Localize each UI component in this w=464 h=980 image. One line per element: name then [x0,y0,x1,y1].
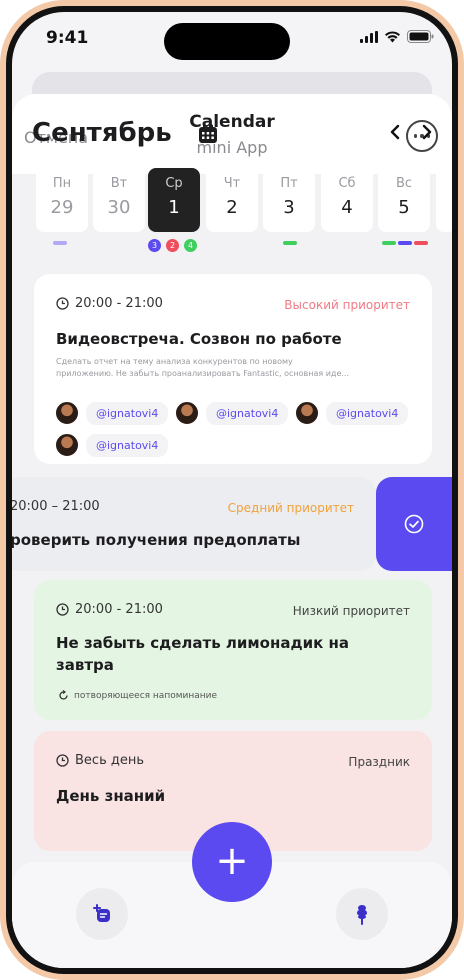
event-title: День знаний [56,787,166,805]
participant[interactable]: @ignatovi4 [54,400,169,426]
day-name: Пн [52,176,72,191]
event-time: 20:00 – 21:00 [12,499,100,514]
day-date: 2 [226,197,238,218]
day-cell-selected[interactable]: Ср 1 [148,168,200,232]
event-count-badge: 4 [184,239,197,252]
event-indicator [283,241,297,245]
avatar [54,432,80,458]
status-bar: 9:41 [12,12,452,68]
status-icons [360,30,434,43]
event-card-high[interactable]: 20:00 - 21:00 Высокий приоритет Видеовст… [34,274,432,464]
day-name: Сб [338,176,356,191]
avatar [294,400,320,426]
add-task-button[interactable] [76,888,128,940]
add-note-icon [93,904,110,922]
dynamic-island [164,23,290,60]
calendar-icon[interactable] [198,124,218,144]
event-time-text: 20:00 - 21:00 [75,296,163,311]
week-strip: Пн 29 Вт 30 Ср 1 Чт 2 Пт 3 Сб 4 Вс 5 3 2 4 [36,168,452,258]
participant[interactable]: @ignatovi4 [174,400,289,426]
filter-button[interactable] [336,888,388,940]
event-indicator [382,241,396,245]
event-time: 20:00 - 21:00 [56,602,163,617]
participant[interactable]: @ignatovi4 [54,432,169,458]
priority-label: Праздник [348,755,410,769]
event-indicator [398,241,412,245]
day-cell-partial[interactable] [436,168,452,232]
event-time-text: 20:00 – 21:00 [12,499,100,514]
prev-week-button[interactable] [388,124,402,140]
next-week-button[interactable] [420,124,434,140]
event-description-line: приложению. Не забыть проанализировать F… [56,369,350,378]
add-event-button[interactable]: + [192,822,272,902]
day-date: 4 [341,197,353,218]
event-count-badge: 2 [166,239,179,252]
battery-icon [407,30,434,43]
day-cell[interactable]: Вс 5 [378,168,430,232]
avatar [174,400,200,426]
complete-swipe-button[interactable] [376,477,452,571]
day-name: Пт [280,176,298,191]
participant-username: @ignatovi4 [326,401,409,425]
day-name: Чт [223,176,241,191]
event-title-line: завтра [56,656,114,674]
day-date: 5 [398,197,410,218]
clock-icon [56,754,69,767]
day-cell[interactable]: Пн 29 [36,168,88,232]
participant[interactable]: @ignatovi4 [294,400,409,426]
event-title-line: Не забыть сделать лимонадик на [56,634,349,652]
participant-username: @ignatovi4 [206,401,289,425]
avatar [54,400,80,426]
event-indicator [414,241,428,245]
participant-username: @ignatovi4 [86,433,169,457]
day-cell[interactable]: Вт 30 [93,168,145,232]
priority-label: Средний приоритет [227,501,354,515]
phone-screen: 9:41 Отмена Calendar mini App Сентябрь П… [12,12,452,968]
month-title: Сентябрь [32,118,172,148]
priority-label: Высокий приоритет [284,298,410,312]
repeat-icon [59,690,68,700]
event-time-text: Весь день [75,753,145,768]
reminder: потворяющееся напоминание [58,690,217,701]
day-name: Вт [110,176,128,191]
wifi-icon [385,30,400,42]
event-card-medium[interactable]: 20:00 – 21:00 Средний приоритет роверить… [12,477,376,571]
day-date: 29 [50,197,74,218]
event-card-low[interactable]: 20:00 - 21:00 Низкий приоритет Не забыть… [34,580,432,720]
pin-icon [357,905,367,925]
clock-icon [56,603,69,616]
status-time: 9:41 [46,28,89,48]
day-date: 3 [283,197,295,218]
reminder-text: потворяющееся напоминание [74,690,218,701]
day-cell[interactable]: Пт 3 [263,168,315,232]
event-title: Видеовстреча. Созвон по работе [56,330,342,348]
clock-icon [56,297,69,310]
dot-icon [413,134,418,138]
event-time-text: 20:00 - 21:00 [75,602,163,617]
day-cell[interactable]: Сб 4 [321,168,373,232]
priority-label: Низкий приоритет [292,604,410,618]
signal-icon [360,30,378,43]
event-time: Весь день [56,753,144,768]
day-name: Вс [395,176,413,191]
day-date: 1 [168,197,180,218]
check-circle-icon [404,514,424,534]
event-description-line: Сделать отчет на тему анализа конкуренто… [56,357,293,366]
day-date: 30 [107,197,131,218]
event-title: роверить получения предоплаты [12,531,301,549]
event-count-badge: 3 [148,239,161,252]
event-time: 20:00 - 21:00 [56,296,163,311]
event-indicator [53,241,67,245]
day-name: Ср [165,176,183,191]
participant-username: @ignatovi4 [86,401,169,425]
day-cell[interactable]: Чт 2 [206,168,258,232]
